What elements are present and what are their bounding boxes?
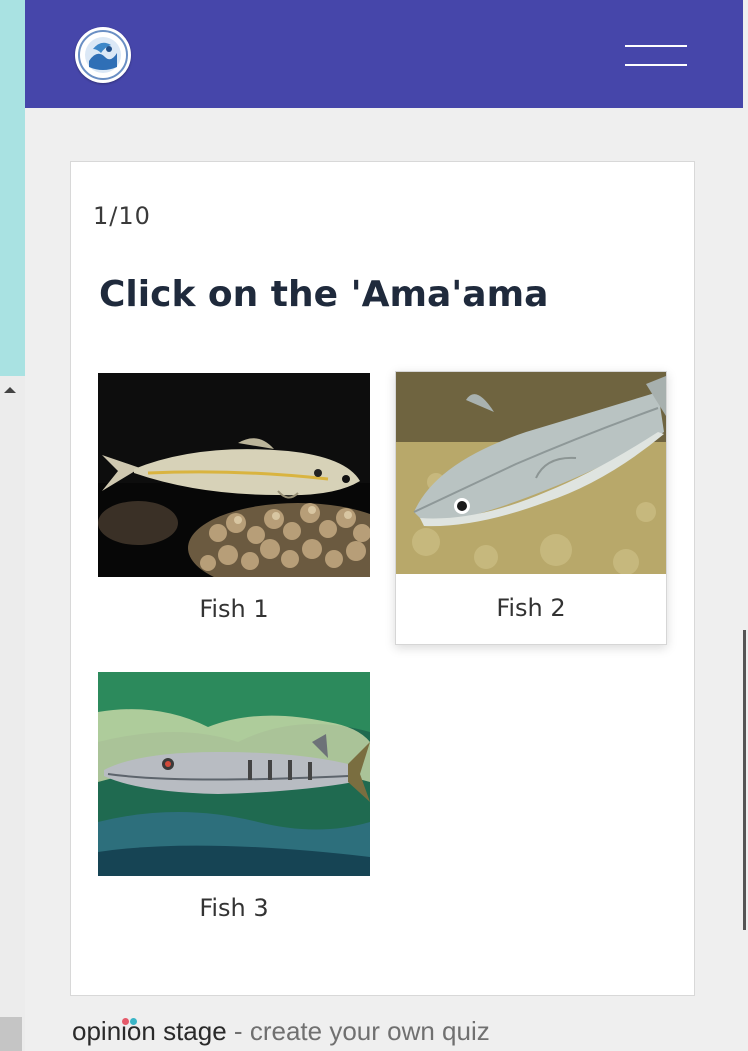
goatfish-photo [98,373,370,577]
menu-line [625,45,687,47]
quiz-card: 1/10 Click on the 'Ama'ama Fish 1 Fish 2… [70,161,695,996]
option-label: Fish 2 [496,594,566,622]
answer-option-fish-2[interactable]: Fish 2 [395,371,667,645]
option-label: Fish 1 [199,595,269,623]
answer-option-fish-3[interactable]: Fish 3 [98,672,370,946]
hamburger-menu-button[interactable] [625,40,689,70]
menu-line [625,64,687,66]
answer-option-fish-1[interactable]: Fish 1 [98,373,370,647]
top-header-bar [25,0,743,108]
opinion-stage-footer-link[interactable]: opinion stage - create your own quiz [72,1016,490,1047]
left-gray-block [0,1017,22,1051]
footer-tagline: create your own quiz [249,1016,490,1046]
brand-dot-pink-icon [122,1018,129,1025]
mullet-photo [396,372,666,574]
question-counter: 1/10 [93,202,151,230]
scroll-up-arrow-icon[interactable] [4,387,16,393]
footer-separator: - [233,1016,243,1046]
option-label: Fish 3 [199,894,269,922]
brand-dot-teal-icon [130,1018,137,1025]
barracuda-photo [98,672,370,876]
right-edge-line [743,630,746,930]
opinion-stage-brand: opinion stage [72,1016,227,1046]
seal-logo-icon [78,30,128,80]
question-title: Click on the 'Ama'ama [99,274,549,315]
left-teal-panel [0,0,25,376]
organization-logo[interactable] [75,27,131,83]
